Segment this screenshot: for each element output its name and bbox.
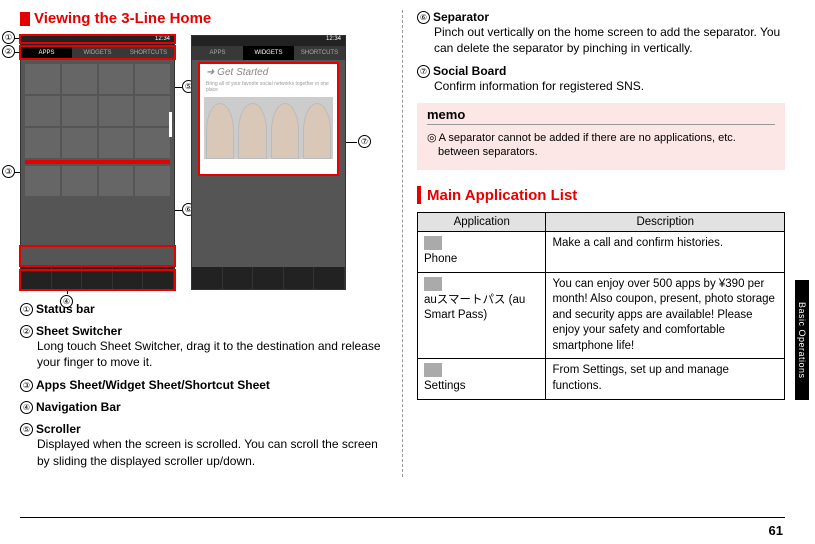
item-scroller: ⑤Scroller Displayed when the screen is s… (20, 422, 388, 468)
tab-shortcuts: SHORTCUTS (294, 46, 345, 60)
phone-screenshot-1: 12:34 APPS WIDGETS SHORTCUTS (20, 35, 175, 290)
phone-screenshot-2: 12:34 APPS WIDGETS SHORTCUTS ➜ Get Start… (191, 35, 346, 290)
phone-nav-bar (192, 267, 345, 289)
callout-4: ④ (60, 295, 73, 308)
item-sheets: ③Apps Sheet/Widget Sheet/Shortcut Sheet (20, 378, 388, 392)
heading-marker (20, 12, 30, 26)
memo-box: memo ◎A separator cannot be added if the… (417, 103, 785, 171)
desc-cell: You can enjoy over 500 apps by ¥390 per … (546, 272, 785, 359)
highlight-dock (19, 245, 176, 267)
get-started-panel: ➜ Get Started Bring all of your favorite… (200, 64, 337, 174)
memo-title: memo (427, 103, 775, 125)
application-table: Application Description Phone Make a cal… (417, 212, 785, 400)
au-smartpass-icon (424, 277, 442, 291)
desc-cell: From Settings, set up and manage functio… (546, 359, 785, 400)
item-status-bar: ①Status bar (20, 302, 388, 316)
tab-widgets: WIDGETS (243, 46, 294, 60)
side-tab: Basic Operations (795, 280, 809, 400)
right-heading-row: Main Application List (417, 186, 785, 204)
apps-grid (21, 60, 174, 200)
page-number: 61 (769, 523, 783, 538)
page-content: Viewing the 3-Line Home ① ② ③ ④ ⑤ ⑥ ⑦ 1 (0, 0, 815, 487)
left-heading: Viewing the 3-Line Home (34, 10, 211, 27)
highlight-status-bar (19, 34, 176, 44)
table-row: Settings From Settings, set up and manag… (418, 359, 785, 400)
phone-app-icon (424, 236, 442, 250)
phone-screenshots: ① ② ③ ④ ⑤ ⑥ ⑦ 12:34 APPS (20, 35, 388, 290)
settings-icon (424, 363, 442, 377)
left-heading-row: Viewing the 3-Line Home (20, 10, 388, 27)
tab-apps: APPS (192, 46, 243, 60)
highlight-social-board (198, 62, 339, 176)
col-header-app: Application (418, 213, 546, 232)
callout-7: ⑦ (358, 135, 371, 148)
right-heading: Main Application List (427, 187, 577, 204)
item-separator: ⑥Separator Pinch out vertically on the h… (417, 10, 785, 56)
phone-status-bar: 12:34 (192, 36, 345, 46)
scroller (169, 112, 172, 137)
item-nav-bar: ④Navigation Bar (20, 400, 388, 414)
highlight-nav (19, 269, 176, 291)
app-cell: Settings (418, 359, 546, 400)
memo-text: ◎A separator cannot be added if there ar… (427, 131, 775, 161)
column-divider (402, 10, 403, 477)
desc-cell: Make a call and confirm histories. (546, 232, 785, 273)
item-social-board: ⑦Social Board Confirm information for re… (417, 64, 785, 94)
item-sheet-switcher: ②Sheet Switcher Long touch Sheet Switche… (20, 324, 388, 370)
phone-tabs: APPS WIDGETS SHORTCUTS (192, 46, 345, 60)
right-column: ⑥Separator Pinch out vertically on the h… (405, 10, 785, 477)
left-item-list: ①Status bar ②Sheet Switcher Long touch S… (20, 302, 388, 469)
left-column: Viewing the 3-Line Home ① ② ③ ④ ⑤ ⑥ ⑦ 1 (20, 10, 400, 477)
col-header-desc: Description (546, 213, 785, 232)
highlight-switcher (19, 45, 176, 60)
heading-bar (417, 186, 421, 204)
bottom-rule (20, 517, 785, 518)
table-header-row: Application Description (418, 213, 785, 232)
table-row: auスマートパス (au Smart Pass) You can enjoy o… (418, 272, 785, 359)
app-cell: auスマートパス (au Smart Pass) (418, 272, 546, 359)
table-row: Phone Make a call and confirm histories. (418, 232, 785, 273)
right-item-list: ⑥Separator Pinch out vertically on the h… (417, 10, 785, 95)
app-cell: Phone (418, 232, 546, 273)
